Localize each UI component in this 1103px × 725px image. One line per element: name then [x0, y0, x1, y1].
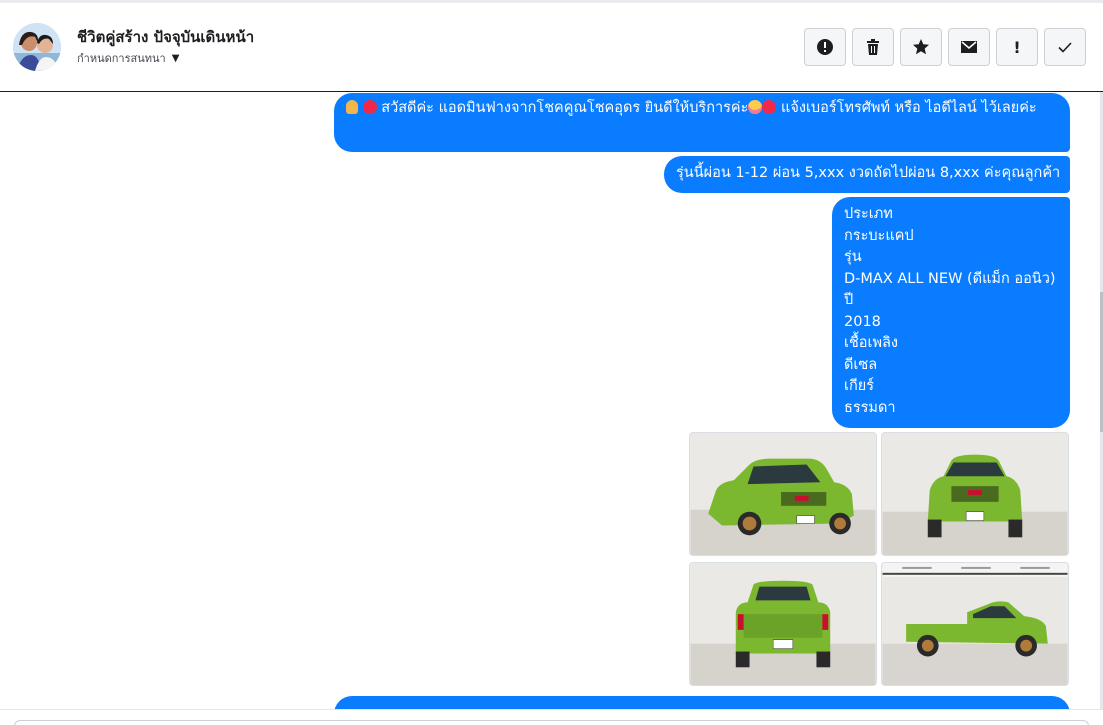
message-bubble-partial[interactable]: [334, 696, 1070, 709]
settings-label: กำหนดการสนทนา: [77, 52, 166, 65]
spec-model-label: รุ่น: [844, 249, 862, 265]
message-input[interactable]: [14, 720, 1089, 725]
star-button[interactable]: [900, 28, 942, 66]
alert-circle-icon: [817, 39, 833, 55]
folded-hands-emoji-icon: [346, 100, 358, 114]
contact-name[interactable]: ชีวิตคู่สร้าง ปัจจุบันเดินหน้า: [77, 25, 254, 49]
message-bubble-greeting[interactable]: สวัสดีค่ะ แอดมินฟางจากโชคคูณโชคอุดร ยินด…: [334, 93, 1070, 152]
photo-gallery: [689, 432, 1070, 688]
message-bubble-specs[interactable]: ประเภท กระบะแคป รุ่น D-MAX ALL NEW (ดีแม…: [832, 197, 1070, 428]
follow-up-button[interactable]: !: [996, 28, 1038, 66]
spec-gear-value: ธรรมดา: [844, 399, 896, 416]
red-heart-emoji-icon: [762, 100, 777, 114]
car-photo-rear[interactable]: [689, 562, 877, 686]
spec-year-label: ปี: [844, 292, 854, 308]
avatar[interactable]: [13, 23, 61, 71]
report-button[interactable]: [804, 28, 846, 66]
spec-fuel-label: เชื้อเพลิง: [844, 335, 898, 351]
envelope-icon: [961, 41, 977, 53]
mark-unread-button[interactable]: [948, 28, 990, 66]
exclamation-icon: !: [1013, 37, 1021, 57]
greeting-tail-text: แจ้งเบอร์โทรศัพท์ หรือ ไอดีไลน์ ไว้เลยค่…: [781, 100, 1037, 116]
trash-icon: [867, 39, 879, 55]
installment-text: รุ่นนี้ผ่อน 1-12 ผ่อน 5,xxx งวดถัดไปผ่อน…: [676, 165, 1061, 181]
message-thread[interactable]: สวัสดีค่ะ แอดมินฟางจากโชคคูณโชคอุดร ยินด…: [0, 92, 1103, 709]
action-toolbar: !: [804, 28, 1086, 66]
spec-type-value: กระบะแคป: [844, 227, 914, 244]
message-bubble-installment[interactable]: รุ่นนี้ผ่อน 1-12 ผ่อน 5,xxx งวดถัดไปผ่อน…: [664, 156, 1070, 193]
red-heart-emoji-icon: [362, 100, 377, 114]
spec-fuel-value: ดีเซล: [844, 356, 878, 373]
smiling-hearts-emoji-icon: [748, 100, 763, 114]
spec-model-value: D-MAX ALL NEW (ดีแม็ก ออนิว): [844, 270, 1056, 287]
car-photo-side[interactable]: [881, 562, 1069, 686]
avatar-image: [13, 23, 61, 71]
car-photo-front[interactable]: [881, 432, 1069, 556]
conversation-settings[interactable]: กำหนดการสนทนา ▼: [77, 49, 179, 67]
conversation-header: ชีวิตคู่สร้าง ปัจจุบันเดินหน้า กำหนดการส…: [0, 3, 1103, 92]
greeting-text: สวัสดีค่ะ แอดมินฟางจากโชคคูณโชคอุดร ยินด…: [381, 100, 749, 116]
checkmark-icon: [1058, 42, 1072, 53]
caret-down-icon: ▼: [171, 52, 180, 64]
spec-type-label: ประเภท: [844, 206, 893, 222]
star-icon: [913, 39, 929, 55]
spec-gear-label: เกียร์: [844, 378, 875, 394]
delete-button[interactable]: [852, 28, 894, 66]
done-button[interactable]: [1044, 28, 1086, 66]
spec-year-value: 2018: [844, 313, 881, 330]
car-photo-front-left[interactable]: [689, 432, 877, 556]
